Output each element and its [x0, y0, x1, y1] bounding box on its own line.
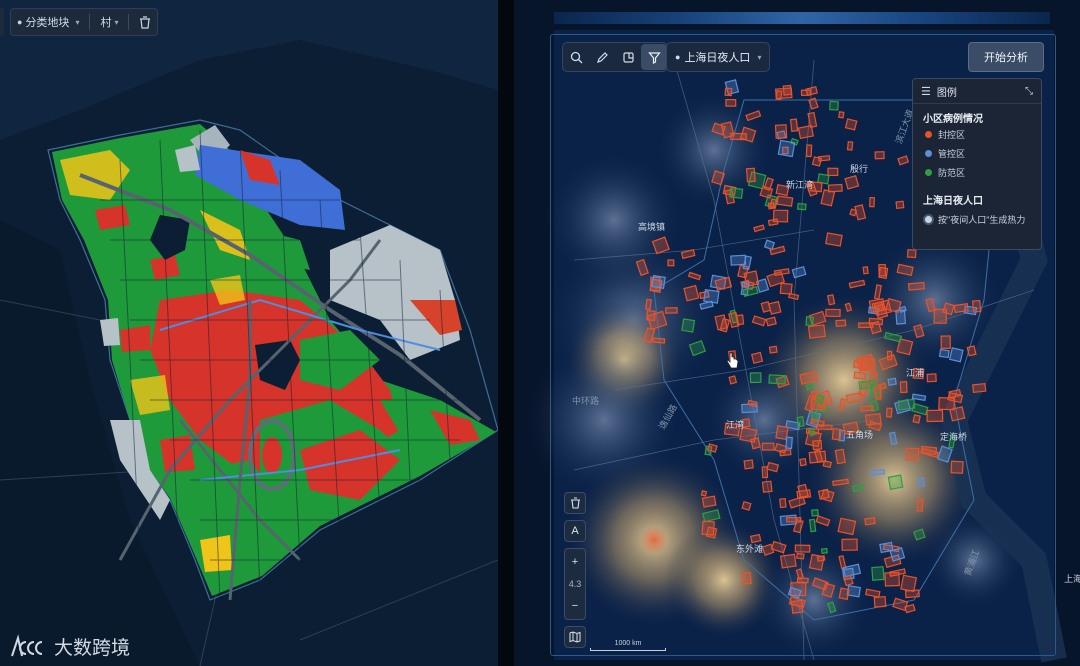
legend-item-precaution: 防范区: [913, 163, 1041, 182]
chevron-down-icon: ▾: [114, 17, 119, 27]
scale-bar: 1000 km: [590, 640, 666, 652]
divider: [128, 14, 130, 30]
legend-header: ☰ 图例 ⤡: [913, 79, 1041, 104]
map-label: 新江湾: [786, 180, 814, 190]
map-label: 定海桥: [940, 432, 968, 442]
logo-icon: [11, 633, 43, 656]
watermark-text: 大数跨境: [54, 638, 131, 659]
category-label: 分类地块: [25, 17, 70, 29]
divider: [89, 14, 91, 30]
search-icon[interactable]: [563, 44, 589, 70]
map-label: 江浦: [906, 368, 925, 378]
color-swatch: [925, 169, 932, 176]
legend-item-label: 管控区: [938, 149, 966, 159]
map-label: 上海: [1064, 574, 1080, 584]
zoom-in-button[interactable]: +: [572, 551, 578, 573]
legend-item-controlled: 管控区: [913, 144, 1041, 163]
map-label: 五角场: [846, 430, 874, 440]
watermark: 大数跨境: [8, 633, 130, 660]
legend-item-label: 按"夜间人口"生成热力: [938, 215, 1026, 225]
right-map-panel[interactable]: 高境镇 中环路 逸仙路 新江湾 殷行 江浦 五角场 定海桥 江湾 东外滩 黄浦江…: [514, 0, 1080, 666]
level-label: 村: [100, 17, 112, 29]
filter-icon[interactable]: [641, 44, 667, 70]
legend-title: 图例: [936, 87, 957, 99]
polygon-select-icon[interactable]: [615, 44, 641, 70]
text-tool-button[interactable]: A: [564, 520, 586, 542]
zoom-out-button[interactable]: −: [572, 595, 578, 617]
legend-item-label: 封控区: [938, 130, 966, 140]
left-toolbar: ● 分类地块 ▾ 村 ▾: [10, 8, 159, 36]
side-tools: A + 4.3 −: [564, 492, 586, 648]
toolbar-edge: [0, 8, 4, 36]
list-icon: ☰: [921, 85, 931, 98]
legend-item-heat: 按"夜间人口"生成热力: [913, 207, 1041, 229]
trash-icon[interactable]: [564, 492, 586, 514]
scale-label: 1000 km: [614, 640, 642, 647]
trash-icon[interactable]: [139, 15, 151, 29]
layer-label: 上海日夜人口: [684, 52, 751, 64]
scale-line: [590, 648, 666, 651]
collapse-icon[interactable]: ⤡: [1025, 86, 1033, 97]
left-map-panel[interactable]: ● 分类地块 ▾ 村 ▾ 大数跨境: [0, 0, 498, 666]
pen-icon[interactable]: [589, 44, 615, 70]
map-label: 东外滩: [736, 544, 764, 554]
panel-divider: [498, 0, 514, 666]
chevron-down-icon: ▾: [75, 17, 80, 27]
header-decoration: [554, 12, 1050, 24]
zoom-level: 4.3: [568, 579, 582, 589]
location-pin-icon: ●: [17, 17, 23, 27]
category-dropdown[interactable]: ● 分类地块 ▾: [17, 14, 79, 30]
legend-item-label: 防范区: [938, 168, 966, 178]
level-dropdown[interactable]: 村 ▾: [100, 14, 118, 30]
map-label: 中环路: [572, 396, 600, 406]
start-analysis-button[interactable]: 开始分析: [968, 42, 1044, 72]
color-swatch: [925, 150, 932, 157]
map-label: 高境镇: [638, 222, 666, 232]
map-tool-group: [562, 42, 668, 72]
color-swatch: [925, 131, 932, 138]
chevron-down-icon: ▾: [757, 52, 762, 62]
map-label: 殷行: [850, 164, 869, 174]
hand-cursor-icon: [726, 352, 739, 369]
zoom-control: + 4.3 −: [564, 548, 586, 620]
legend-section-title: 上海日夜人口: [923, 196, 983, 207]
legend-panel: ☰ 图例 ⤡ 小区病例情况 封控区 管控区 防范区 上海日夜人口 按"夜间人口"…: [912, 78, 1042, 250]
map-icon[interactable]: [564, 626, 586, 648]
map-label: 江湾: [726, 420, 745, 430]
legend-item-lockdown: 封控区: [913, 125, 1041, 144]
layer-dropdown[interactable]: ● 上海日夜人口 ▾: [666, 42, 771, 72]
legend-section-title: 小区病例情况: [923, 114, 983, 125]
heat-swatch: [925, 216, 932, 223]
district-map[interactable]: [0, 0, 498, 666]
location-pin-icon: ●: [675, 52, 681, 62]
